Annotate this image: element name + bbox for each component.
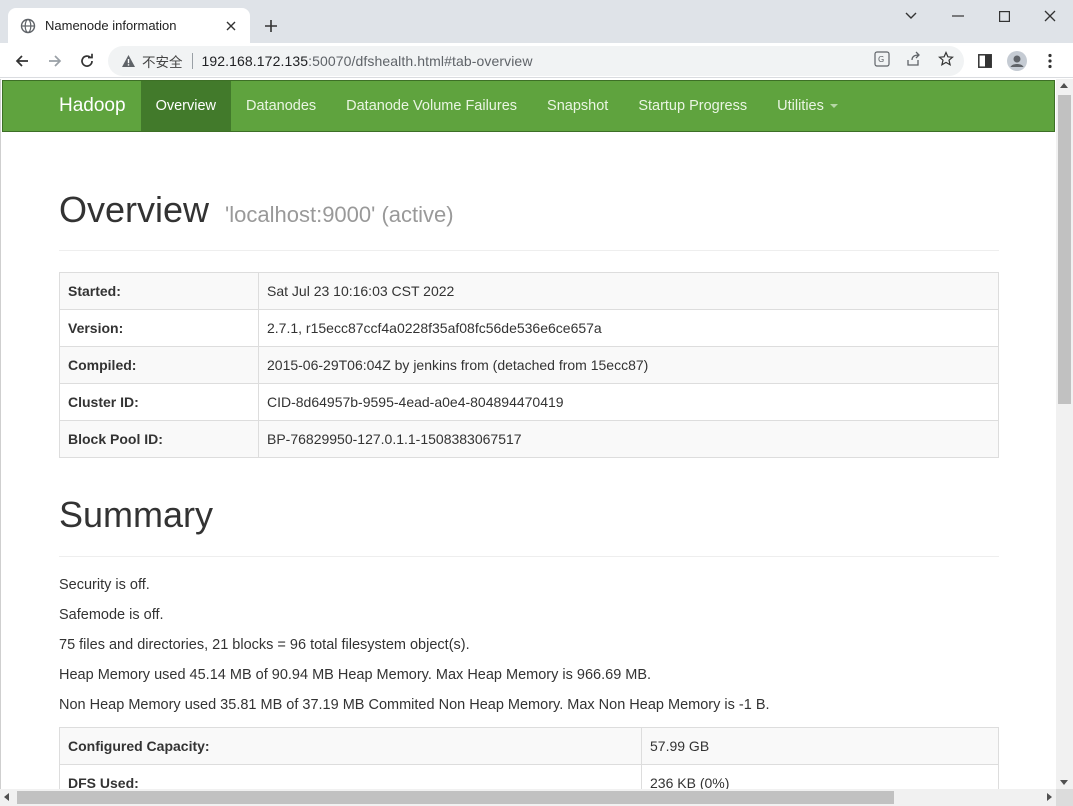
reload-icon[interactable]: [73, 47, 101, 75]
url-separator: [191, 53, 193, 69]
summary-line-safemode: Safemode is off.: [59, 607, 164, 623]
insecure-label: 不安全: [142, 55, 183, 70]
table-row: Cluster ID: CID-8d64957b-9595-4ead-a0e4-…: [59, 383, 999, 421]
row-key: Cluster ID:: [59, 383, 259, 421]
globe-icon: [20, 18, 36, 34]
url-path: :50070/dfshealth.html#tab-overview: [308, 53, 533, 69]
side-panel-icon[interactable]: [971, 47, 999, 75]
summary-table: Configured Capacity: 57.99 GB DFS Used: …: [59, 727, 999, 789]
table-row: Configured Capacity: 57.99 GB: [59, 727, 999, 765]
row-value: BP-76829950-127.0.1.1-1508383067517: [258, 420, 999, 458]
horizontal-scroll-thumb[interactable]: [17, 791, 894, 804]
row-key: Compiled:: [59, 346, 259, 384]
share-icon[interactable]: [905, 50, 923, 68]
scroll-right-icon[interactable]: [1047, 793, 1052, 801]
overview-table: Started: Sat Jul 23 10:16:03 CST 2022 Ve…: [59, 272, 999, 458]
page-viewport: Hadoop Overview Datanodes Datanode Volum…: [0, 79, 1056, 789]
vertical-scroll-thumb[interactable]: [1058, 95, 1071, 404]
row-key: Version:: [59, 309, 259, 347]
page-title: Overview 'localhost:9000' (active): [59, 189, 999, 231]
nav-item-startup-progress[interactable]: Startup Progress: [623, 81, 762, 131]
close-window-icon[interactable]: [1027, 0, 1073, 32]
tab-search-icon[interactable]: [888, 0, 934, 32]
row-value: CID-8d64957b-9595-4ead-a0e4-804894470419: [258, 383, 999, 421]
forward-icon[interactable]: [41, 47, 69, 75]
row-value: 236 KB (0%): [641, 764, 999, 789]
row-value: 2015-06-29T06:04Z by jenkins from (detac…: [258, 346, 999, 384]
row-value: Sat Jul 23 10:16:03 CST 2022: [258, 272, 999, 310]
warning-icon[interactable]: [120, 53, 136, 69]
summary-title: Summary: [59, 494, 214, 535]
nav-item-snapshot[interactable]: Snapshot: [532, 81, 623, 131]
bookmark-star-icon[interactable]: [937, 50, 955, 68]
scroll-down-icon[interactable]: [1060, 780, 1068, 785]
table-row: Block Pool ID: BP-76829950-127.0.1.1-150…: [59, 420, 999, 458]
row-key: Block Pool ID:: [59, 420, 259, 458]
browser-toolbar: 不安全 192.168.172.135:50070/dfshealth.html…: [0, 43, 1073, 78]
horizontal-scrollbar[interactable]: [0, 789, 1056, 806]
row-value: 57.99 GB: [641, 727, 999, 765]
url-host: 192.168.172.135: [201, 53, 309, 69]
menu-kebab-icon[interactable]: [1036, 47, 1064, 75]
summary-line-security: Security is off.: [59, 577, 150, 593]
translate-icon[interactable]: G: [873, 50, 891, 68]
scroll-up-icon[interactable]: [1060, 83, 1068, 88]
overview-title: Overview: [59, 189, 210, 230]
scrollbar-corner: [1056, 789, 1073, 806]
profile-avatar-icon[interactable]: [1003, 47, 1031, 75]
tab-close-icon[interactable]: [222, 17, 240, 35]
back-icon[interactable]: [8, 47, 36, 75]
summary-line-nonheap: Non Heap Memory used 35.81 MB of 37.19 M…: [59, 697, 770, 713]
minimize-icon[interactable]: [935, 0, 981, 32]
url-text: 192.168.172.135:50070/dfshealth.html#tab…: [202, 53, 533, 69]
row-value: 2.7.1, r15ecc87ccf4a0228f35af08fc56de536…: [258, 309, 999, 347]
navbar-brand[interactable]: Hadoop: [3, 81, 141, 131]
summary-line-objects: 75 files and directories, 21 blocks = 96…: [59, 637, 470, 653]
tab-title: Namenode information: [45, 18, 177, 33]
nav-item-datanode-volume-failures[interactable]: Datanode Volume Failures: [331, 81, 532, 131]
maximize-icon[interactable]: [981, 0, 1027, 32]
overview-header: Overview 'localhost:9000' (active): [59, 189, 999, 251]
address-bar[interactable]: 不安全 192.168.172.135:50070/dfshealth.html…: [108, 46, 964, 76]
table-row: Started: Sat Jul 23 10:16:03 CST 2022: [59, 272, 999, 310]
table-row: Compiled: 2015-06-29T06:04Z by jenkins f…: [59, 346, 999, 384]
row-key: DFS Used:: [59, 764, 642, 789]
new-tab-icon[interactable]: [258, 13, 284, 39]
nav-item-overview[interactable]: Overview: [140, 81, 231, 131]
browser-tab[interactable]: Namenode information: [8, 8, 250, 43]
utilities-label: Utilities: [777, 98, 824, 114]
vertical-scrollbar[interactable]: [1056, 79, 1073, 789]
namenode-address: 'localhost:9000' (active): [225, 202, 454, 227]
summary-line-heap: Heap Memory used 45.14 MB of 90.94 MB He…: [59, 667, 652, 683]
hadoop-navbar: Hadoop Overview Datanodes Datanode Volum…: [2, 80, 1055, 132]
row-key: Configured Capacity:: [59, 727, 642, 765]
scroll-left-icon[interactable]: [4, 793, 9, 801]
nav-item-datanodes[interactable]: Datanodes: [231, 81, 331, 131]
browser-tab-bar: Namenode information: [0, 0, 1073, 43]
svg-text:G: G: [878, 55, 884, 64]
summary-header: Summary: [59, 494, 999, 557]
table-row: Version: 2.7.1, r15ecc87ccf4a0228f35af08…: [59, 309, 999, 347]
nav-item-utilities[interactable]: Utilities: [762, 81, 853, 131]
table-row: DFS Used: 236 KB (0%): [59, 764, 999, 789]
caret-down-icon: [829, 104, 838, 108]
row-key: Started:: [59, 272, 259, 310]
